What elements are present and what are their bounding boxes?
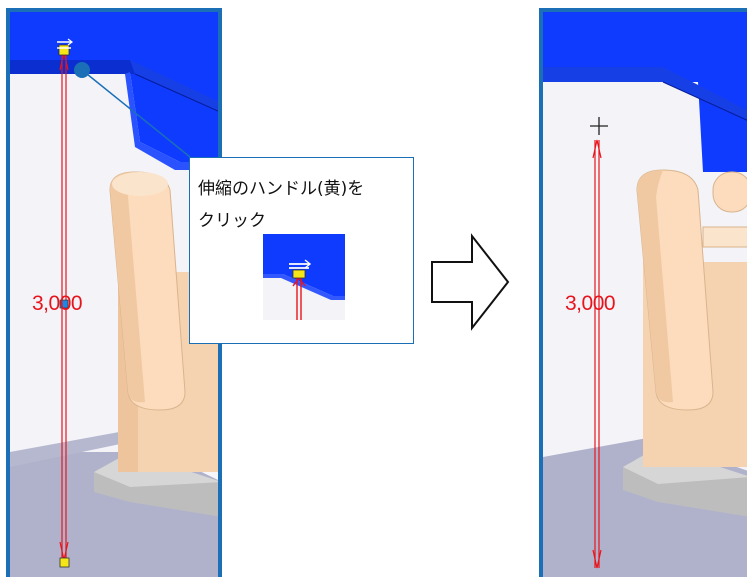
- handle-zoom-thumbnail: [263, 234, 345, 320]
- arrow-right-outline-icon: [431, 233, 510, 331]
- instruction-callout: 伸縮のハンドル(黄)を クリック: [189, 157, 414, 344]
- dimension-value: 3,000: [565, 292, 616, 315]
- callout-line-1: 伸縮のハンドル(黄)を: [198, 179, 365, 199]
- callout-line-2: クリック: [198, 211, 266, 231]
- viewport-after: 3,000: [539, 8, 747, 577]
